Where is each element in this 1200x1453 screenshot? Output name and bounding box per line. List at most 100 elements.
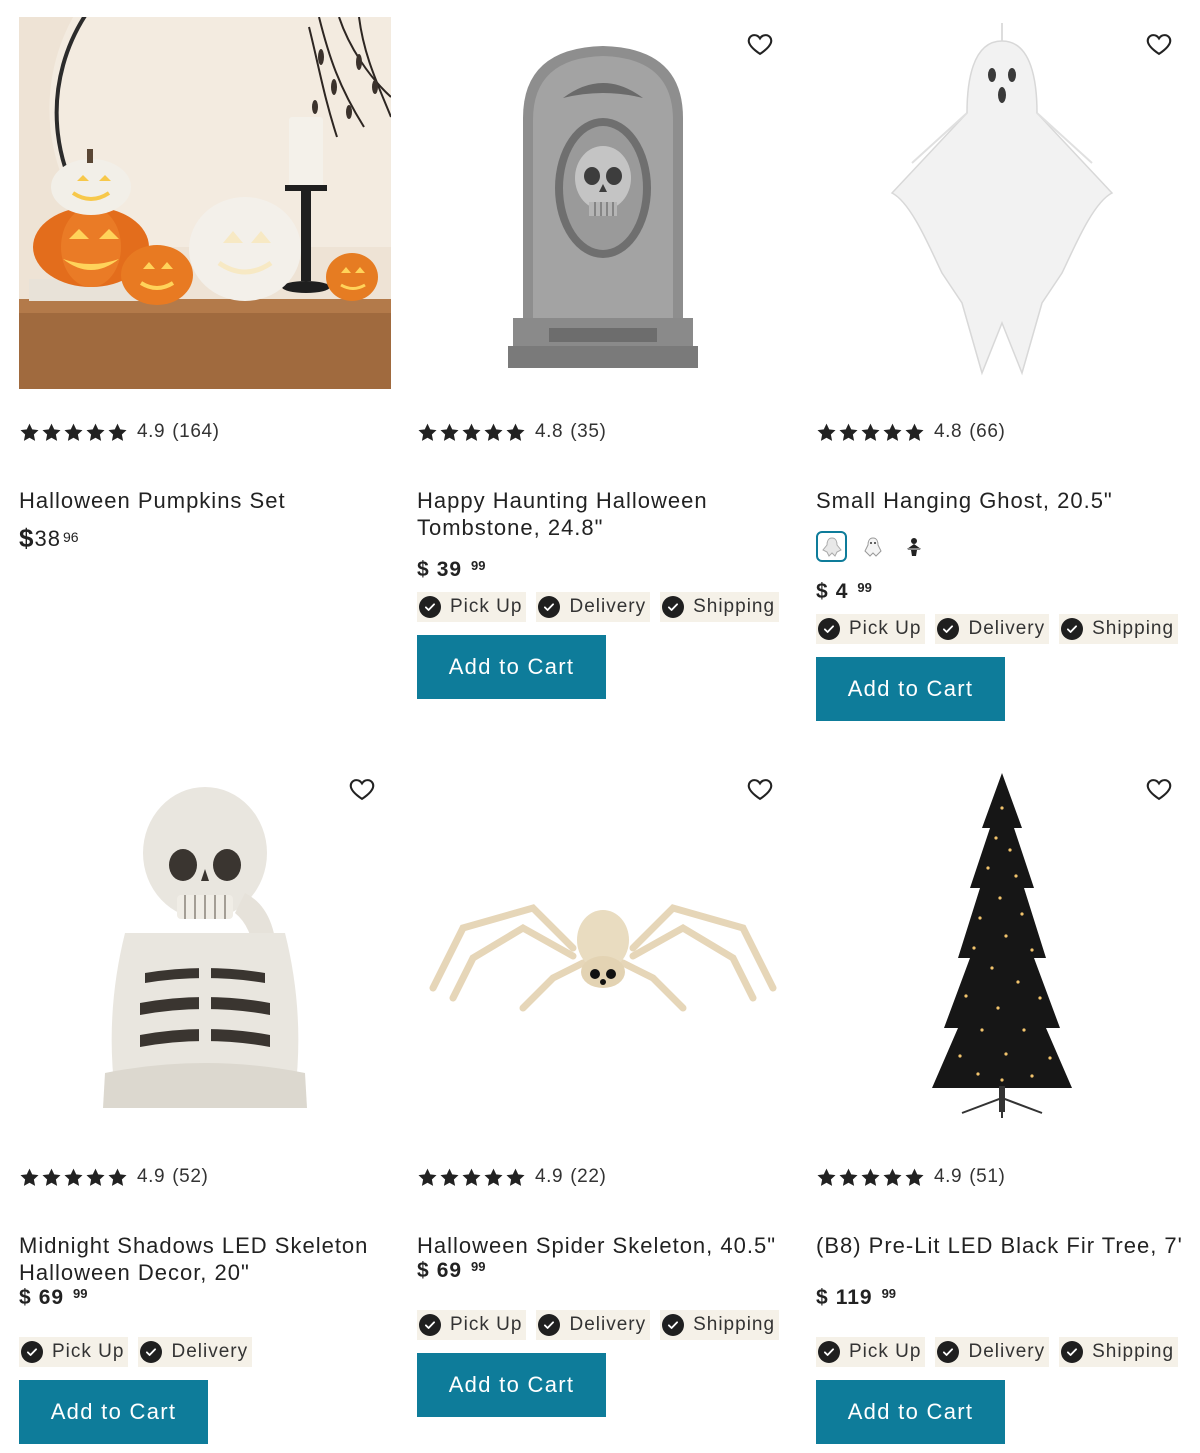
- fulfillment-pickup: Pick Up: [417, 1310, 527, 1340]
- product-title[interactable]: (B8) Pre-Lit LED Black Fir Tree, 7': [816, 1232, 1188, 1259]
- product-card[interactable]: 4.9 (164) Halloween Pumpkins Set $ 38 96: [19, 17, 391, 553]
- price-currency: $: [816, 580, 828, 603]
- check-icon: [818, 618, 840, 640]
- rating-stars: [19, 1167, 128, 1188]
- product-card[interactable]: 4.9 (52) Midnight Shadows LED Skeleton H…: [19, 762, 391, 1444]
- star-icon: [41, 422, 62, 443]
- review-count[interactable]: (164): [172, 421, 219, 443]
- product-card[interactable]: 4.9 (51) (B8) Pre-Lit LED Black Fir Tree…: [816, 762, 1188, 1444]
- review-count[interactable]: (51): [969, 1166, 1005, 1188]
- product-title[interactable]: Small Hanging Ghost, 20.5": [816, 487, 1188, 514]
- fulfillment-options: Pick Up Delivery Shipping: [417, 592, 780, 622]
- product-rating: 4.9 (51): [816, 1164, 1005, 1190]
- check-icon: [937, 618, 960, 640]
- fulfillment-options: Pick Up Delivery: [19, 1337, 253, 1367]
- fulfillment-shipping: Shipping: [1059, 614, 1179, 644]
- fulfillment-label: Pick Up: [52, 1341, 125, 1362]
- product-title[interactable]: Halloween Pumpkins Set: [19, 487, 391, 514]
- fulfillment-label: Delivery: [569, 596, 647, 617]
- star-icon: [505, 1167, 526, 1188]
- white-ghost-swatch[interactable]: [816, 531, 847, 562]
- product-title[interactable]: Midnight Shadows LED Skeleton Halloween …: [19, 1232, 391, 1286]
- review-count[interactable]: (22): [570, 1166, 606, 1188]
- star-icon: [19, 1167, 40, 1188]
- fulfillment-shipping: Shipping: [660, 1310, 780, 1340]
- product-image[interactable]: [417, 17, 789, 389]
- product-rating: 4.8 (35): [417, 419, 606, 445]
- price-currency: $: [19, 523, 34, 553]
- spider-skeleton-photo: [429, 904, 777, 1012]
- review-count[interactable]: (52): [172, 1166, 208, 1188]
- star-icon: [882, 422, 903, 443]
- star-icon: [838, 1167, 859, 1188]
- add-to-cart-button[interactable]: Add to Cart: [816, 657, 1005, 721]
- check-icon: [1061, 618, 1084, 640]
- black-figure-swatch[interactable]: [898, 531, 929, 562]
- star-icon: [904, 422, 925, 443]
- price-dollars: 38: [34, 526, 61, 551]
- star-icon: [860, 1167, 881, 1188]
- fulfillment-delivery: Delivery: [935, 1337, 1050, 1367]
- product-price: $ 38 96: [19, 523, 79, 555]
- star-icon: [483, 1167, 504, 1188]
- product-title[interactable]: Happy Haunting Halloween Tombstone, 24.8…: [417, 487, 789, 541]
- fulfillment-label: Pick Up: [450, 1314, 523, 1335]
- check-icon: [662, 1314, 685, 1336]
- star-icon: [838, 422, 859, 443]
- rating-value: 4.9: [137, 1166, 166, 1187]
- star-icon: [19, 422, 40, 443]
- product-card[interactable]: 4.9 (22) Halloween Spider Skeleton, 40.5…: [417, 762, 789, 1417]
- star-icon: [107, 422, 128, 443]
- rating-value: 4.8: [934, 421, 963, 442]
- add-to-cart-button[interactable]: Add to Cart: [19, 1380, 208, 1444]
- rating-stars: [816, 1167, 925, 1188]
- wishlist-heart-icon[interactable]: [745, 774, 775, 804]
- fulfillment-label: Shipping: [693, 596, 776, 617]
- fulfillment-pickup: Pick Up: [816, 614, 926, 644]
- product-image[interactable]: [816, 762, 1188, 1134]
- pumpkins-photo: [19, 17, 391, 389]
- wishlist-heart-icon[interactable]: [1144, 29, 1174, 59]
- product-card[interactable]: 4.8 (66) Small Hanging Ghost, 20.5" $ 4 …: [816, 17, 1188, 721]
- rating-value: 4.9: [934, 1166, 963, 1187]
- product-title[interactable]: Halloween Spider Skeleton, 40.5": [417, 1232, 789, 1259]
- fulfillment-shipping: Shipping: [660, 592, 780, 622]
- wishlist-heart-icon[interactable]: [1144, 774, 1174, 804]
- product-rating: 4.9 (52): [19, 1164, 208, 1190]
- product-card[interactable]: 4.8 (35) Happy Haunting Halloween Tombst…: [417, 17, 789, 699]
- fulfillment-label: Delivery: [569, 1314, 647, 1335]
- rating-stars: [19, 422, 128, 443]
- fulfillment-shipping: Shipping: [1059, 1337, 1179, 1367]
- check-icon: [140, 1341, 163, 1363]
- check-icon: [538, 596, 561, 618]
- check-icon: [1061, 1341, 1084, 1363]
- star-icon: [483, 422, 504, 443]
- star-icon: [63, 1167, 84, 1188]
- product-rating: 4.9 (164): [19, 419, 220, 445]
- add-to-cart-button[interactable]: Add to Cart: [816, 1380, 1005, 1444]
- product-image[interactable]: [417, 762, 789, 1134]
- product-image[interactable]: [19, 762, 391, 1134]
- price-dollars: 69: [38, 1286, 65, 1309]
- product-image[interactable]: [19, 17, 391, 389]
- wishlist-heart-icon[interactable]: [347, 774, 377, 804]
- review-count[interactable]: (66): [969, 421, 1005, 443]
- rating-stars: [417, 422, 526, 443]
- check-icon: [419, 1314, 441, 1336]
- wishlist-heart-icon[interactable]: [745, 29, 775, 59]
- fulfillment-label: Delivery: [171, 1341, 249, 1362]
- review-count[interactable]: (35): [570, 421, 606, 443]
- check-icon: [419, 596, 441, 618]
- price-cents: 99: [881, 1286, 897, 1301]
- tombstone-photo: [508, 46, 698, 368]
- add-to-cart-button[interactable]: Add to Cart: [417, 635, 606, 699]
- black-fir-tree-photo: [932, 773, 1072, 1118]
- rating-stars: [816, 422, 925, 443]
- star-icon: [85, 422, 106, 443]
- add-to-cart-button[interactable]: Add to Cart: [417, 1353, 606, 1417]
- fulfillment-pickup: Pick Up: [19, 1337, 129, 1367]
- star-icon: [107, 1167, 128, 1188]
- small-ghost-swatch[interactable]: [857, 531, 888, 562]
- product-image[interactable]: [816, 17, 1188, 389]
- star-icon: [417, 422, 438, 443]
